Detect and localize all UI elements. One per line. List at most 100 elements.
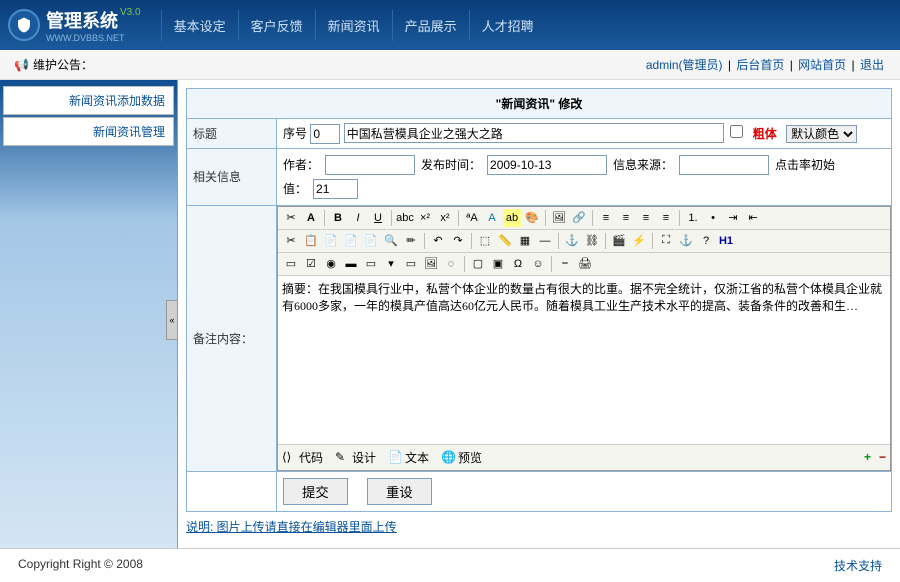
link-back-home[interactable]: 后台首页 — [736, 58, 784, 72]
rich-editor: ✂ A B I U abc ×² x² ªA A — [277, 206, 891, 471]
help-icon[interactable]: ? — [697, 232, 715, 250]
super-icon[interactable]: x² — [436, 209, 454, 227]
hits-input[interactable] — [313, 179, 358, 199]
nav-feedback[interactable]: 客户反馈 — [238, 10, 315, 41]
source-input[interactable] — [679, 155, 769, 175]
pagebreak-icon[interactable]: ⎯ — [556, 255, 574, 273]
redo-icon[interactable]: ↷ — [449, 232, 467, 250]
image-icon[interactable]: 🖼 — [550, 209, 568, 227]
align-left-icon[interactable]: ≡ — [597, 209, 615, 227]
div-icon[interactable]: ▢ — [469, 255, 487, 273]
nav-news[interactable]: 新闻资讯 — [315, 10, 392, 41]
cut2-icon[interactable]: ✂ — [282, 232, 300, 250]
list-ul-icon[interactable]: • — [704, 209, 722, 227]
link-site-home[interactable]: 网站首页 — [798, 58, 846, 72]
fontcolor-icon[interactable]: A — [483, 209, 501, 227]
footer: Copyright Right © 2008 技术支持 — [0, 548, 900, 582]
fontsize-icon[interactable]: ªA — [463, 209, 481, 227]
sidebar-item-manage[interactable]: 新闻资讯管理 — [3, 117, 174, 146]
textarea-icon[interactable]: ▭ — [362, 255, 380, 273]
label-author: 作者： — [283, 156, 319, 173]
tab-text[interactable]: 📄文本 — [388, 449, 429, 466]
tab-preview[interactable]: 🌐预览 — [441, 449, 482, 466]
checkbox-icon[interactable]: ☑ — [302, 255, 320, 273]
sidebar-item-add[interactable]: 新闻资讯添加数据 — [3, 86, 174, 115]
underline-icon[interactable]: U — [369, 209, 387, 227]
smiley-icon[interactable]: ☺ — [529, 255, 547, 273]
table-icon[interactable]: ▦ — [516, 232, 534, 250]
editor-toolbar-1: ✂ A B I U abc ×² x² ªA A — [278, 207, 890, 230]
align-center-icon[interactable]: ≡ — [617, 209, 635, 227]
img-btn-icon[interactable]: 🖼 — [422, 255, 440, 273]
form-icon[interactable]: ▭ — [282, 255, 300, 273]
collapse-button[interactable]: « — [166, 300, 178, 340]
h1-icon[interactable]: H1 — [717, 232, 735, 250]
label-title: 标题 — [187, 119, 277, 149]
seq-input[interactable] — [310, 124, 340, 144]
nav-basic[interactable]: 基本设定 — [161, 10, 238, 41]
indent-icon[interactable]: ⇥ — [724, 209, 742, 227]
tab-code[interactable]: ⟨⟩代码 — [282, 449, 323, 466]
paste-text-icon[interactable]: 📄 — [342, 232, 360, 250]
select-field-icon[interactable]: ▾ — [382, 255, 400, 273]
justify-icon[interactable]: ≡ — [657, 209, 675, 227]
submit-button[interactable]: 提交 — [283, 478, 348, 505]
select-icon[interactable]: ⬚ — [476, 232, 494, 250]
media-icon[interactable]: 🎬 — [610, 232, 628, 250]
print-icon[interactable]: 🖨 — [576, 255, 594, 273]
fullscreen-icon[interactable]: ⛶ — [657, 232, 675, 250]
preview-icon: 🌐 — [441, 450, 455, 464]
hr-icon[interactable]: — — [536, 232, 554, 250]
label-hits-prefix: 点击率初始 — [775, 156, 835, 173]
iframe-icon[interactable]: ▣ — [489, 255, 507, 273]
expand-button[interactable]: + — [864, 450, 871, 464]
color-select[interactable]: 默认颜色 — [786, 125, 857, 143]
announce-bar: 📢 维护公告： admin(管理员) | 后台首页 | 网站首页 | 退出 — [0, 50, 900, 80]
button-icon[interactable]: ▭ — [402, 255, 420, 273]
unlink-icon[interactable]: ⛓ — [583, 232, 601, 250]
shrink-button[interactable]: − — [879, 450, 886, 464]
flash-icon[interactable]: ⚡ — [630, 232, 648, 250]
reset-button[interactable]: 重设 — [367, 478, 432, 505]
find-icon[interactable]: 🔍 — [382, 232, 400, 250]
omega-icon[interactable]: Ω — [509, 255, 527, 273]
radio-icon[interactable]: ◉ — [322, 255, 340, 273]
link-icon[interactable]: 🔗 — [570, 209, 588, 227]
anchor-icon[interactable]: ⚓ — [563, 232, 581, 250]
textfield-icon[interactable]: ▬ — [342, 255, 360, 273]
paste-icon[interactable]: 📄 — [322, 232, 340, 250]
align-right-icon[interactable]: ≡ — [637, 209, 655, 227]
bold-icon[interactable]: B — [329, 209, 347, 227]
clear-icon[interactable]: ×² — [416, 209, 434, 227]
undo-icon[interactable]: ↶ — [429, 232, 447, 250]
nav-products[interactable]: 产品展示 — [392, 10, 469, 41]
nav-jobs[interactable]: 人才招聘 — [469, 10, 546, 41]
upload-note-link[interactable]: 图片上传请直接在编辑器里面上传 — [217, 520, 397, 534]
shield-icon — [8, 9, 40, 41]
list-ol-icon[interactable]: 1. — [684, 209, 702, 227]
editor-textarea[interactable]: 摘要：在我国模具行业中，私营个体企业的数量占有很大的比重。据不完全统计，仅浙江省… — [278, 276, 890, 441]
outdent-icon[interactable]: ⇤ — [744, 209, 762, 227]
copy-icon[interactable]: 📋 — [302, 232, 320, 250]
author-input[interactable] — [325, 155, 415, 175]
cut-icon[interactable]: ✂ — [282, 209, 300, 227]
font-icon[interactable]: A — [302, 209, 320, 227]
rule-icon[interactable]: 📏 — [496, 232, 514, 250]
anchor2-icon[interactable]: ⚓ — [677, 232, 695, 250]
title-input[interactable] — [344, 123, 724, 143]
support-link[interactable]: 技术支持 — [834, 557, 882, 574]
hidden-icon[interactable]: ◌ — [442, 255, 460, 273]
design-icon: ✎ — [335, 450, 349, 464]
pubtime-input[interactable] — [487, 155, 607, 175]
tab-design[interactable]: ✎设计 — [335, 449, 376, 466]
strike-icon[interactable]: abc — [396, 209, 414, 227]
palette-icon[interactable]: 🎨 — [523, 209, 541, 227]
eraser-icon[interactable]: ✏ — [402, 232, 420, 250]
link-admin[interactable]: admin(管理员) — [646, 58, 723, 72]
italic-icon[interactable]: I — [349, 209, 367, 227]
bgcolor-icon[interactable]: ab — [503, 209, 521, 227]
paste-word-icon[interactable]: 📄 — [362, 232, 380, 250]
bold-checkbox[interactable] — [730, 125, 743, 138]
link-exit[interactable]: 退出 — [860, 58, 884, 72]
header: 管理系统V3.0 WWW.DVBBS.NET 基本设定 客户反馈 新闻资讯 产品… — [0, 0, 900, 50]
